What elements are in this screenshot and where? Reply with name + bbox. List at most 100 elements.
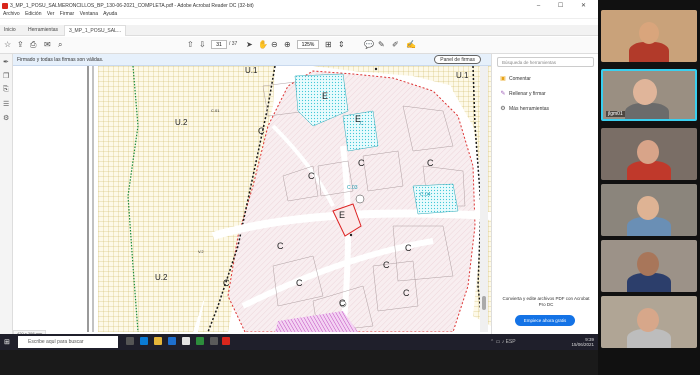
clock[interactable]: 9:39 15/06/2021: [571, 337, 594, 347]
tab-inicio[interactable]: Inicio: [4, 27, 16, 33]
select-arrow-icon[interactable]: ➤: [246, 40, 253, 50]
pages-icon[interactable]: ❐: [3, 72, 9, 80]
task-view-icon[interactable]: [126, 337, 134, 345]
tools-icon[interactable]: ⚙: [3, 114, 9, 122]
tool-label: Más herramientas: [509, 106, 550, 112]
map-label-zone: C: [405, 243, 412, 253]
map-label-zone: C: [223, 278, 230, 288]
taskbar-search-input[interactable]: Escribe aquí para buscar: [18, 336, 118, 348]
document-scrollbar[interactable]: [480, 66, 488, 332]
tool-label: Rellenar y firmar: [509, 91, 546, 97]
map-tag: C.04: [420, 192, 431, 198]
participant-video[interactable]: [601, 10, 697, 62]
document-view[interactable]: U.1 U.1 U.2 U.2 E E E C C C C C C C C C …: [13, 66, 491, 332]
window-controls[interactable]: – ☐ ✕: [537, 2, 594, 9]
sign-icon[interactable]: ✍: [406, 40, 416, 50]
page-down-icon[interactable]: ⇩: [199, 40, 206, 50]
pen-icon[interactable]: ✎: [378, 40, 385, 50]
word-icon[interactable]: [168, 337, 176, 345]
screen: 3_MP_1_POSU_SALMERONCILLOS_BP_130-06-202…: [0, 0, 598, 350]
try-free-button[interactable]: Empiece ahora gratis: [515, 315, 575, 326]
comment-icon[interactable]: 💬: [364, 40, 374, 50]
page-count: / 37: [229, 41, 238, 47]
attachment-icon[interactable]: ⎘: [3, 86, 9, 94]
edge-icon[interactable]: [140, 337, 148, 345]
taskbar: ⊞ Escribe aquí para buscar ⌃ ▭ ♪ ESP 9:3…: [0, 334, 598, 350]
menu-firmar[interactable]: Firmar: [60, 11, 74, 17]
menu-archivo[interactable]: Archivo: [3, 11, 20, 17]
acrobat-taskbar-icon[interactable]: [222, 337, 230, 345]
menu-ver[interactable]: Ver: [47, 11, 55, 17]
map-label-zone: C: [358, 158, 365, 168]
signature-panel-icon[interactable]: ✒: [3, 58, 9, 66]
tool-label: Comentar: [509, 76, 531, 82]
layers-icon[interactable]: ☰: [3, 100, 9, 108]
tool-rellenar-firmar[interactable]: ✎ Rellenar y firmar: [500, 90, 546, 97]
email-icon[interactable]: ✉: [44, 40, 51, 50]
participant-name: jlgm01: [606, 111, 625, 117]
more-tools-icon: ⚙: [500, 106, 506, 112]
tab-herramientas[interactable]: Herramientas: [28, 27, 58, 33]
signature-message: Firmado y todas las firmas son válidas.: [17, 57, 104, 63]
participant-video[interactable]: [601, 184, 697, 236]
clock-date: 15/06/2021: [571, 342, 594, 347]
system-tray-icons[interactable]: ⌃ ▭ ♪ ESP: [490, 339, 516, 345]
tool-mas-herramientas[interactable]: ⚙ Más herramientas: [500, 105, 549, 112]
map-label-zone: C: [427, 158, 434, 168]
map-label-zone: U.1: [456, 71, 469, 80]
print-icon[interactable]: ⎙: [30, 40, 36, 50]
toolbar: ☆ ⇪ ⎙ ✉ ⌕ ⇧ ⇩ 31 / 37 ➤ ✋ ⊖ ⊕ 125% ⊞ ⇕ 💬…: [0, 37, 598, 54]
participant-video[interactable]: [601, 296, 697, 348]
participant-face: [633, 79, 657, 105]
page-number-input[interactable]: 31: [211, 40, 227, 49]
map-tag: C.03: [347, 185, 358, 191]
map-label-zone: E: [322, 91, 329, 101]
acrobat-app-icon: [2, 3, 8, 9]
upload-icon[interactable]: ⇪: [17, 40, 24, 50]
map-label-zone: U.2: [155, 273, 168, 282]
tab-document[interactable]: 3_MP_1_POSU_SAL...: [64, 25, 126, 36]
participant-face: [637, 308, 659, 332]
scroll-mode-icon[interactable]: ⇕: [338, 40, 345, 50]
search-icon[interactable]: ⌕: [58, 40, 62, 50]
zoom-out-icon[interactable]: ⊖: [271, 40, 278, 50]
zoom-in-icon[interactable]: ⊕: [284, 40, 291, 50]
map-small-label: V.2: [198, 249, 204, 254]
star-icon[interactable]: ☆: [4, 40, 11, 50]
page-up-icon[interactable]: ⇧: [187, 40, 194, 50]
menu-edicion[interactable]: Edición: [25, 11, 41, 17]
tool-comentar[interactable]: ▣ Comentar: [500, 75, 531, 82]
participant-face: [637, 252, 659, 276]
window-title: 3_MP_1_POSU_SALMERONCILLOS_BP_130-06-202…: [10, 3, 254, 9]
menu-ventana[interactable]: Ventana: [80, 11, 98, 17]
map-label-zone: C: [308, 171, 315, 181]
map-label-zone: C: [383, 260, 390, 270]
app-icon[interactable]: [210, 337, 218, 345]
map-label-zone: C: [403, 288, 410, 298]
comment-icon: ▣: [500, 76, 506, 82]
video-call-panel: jlgm01: [598, 0, 700, 375]
hand-icon[interactable]: ✋: [258, 40, 268, 50]
folder-icon[interactable]: [154, 337, 162, 345]
participant-video-active[interactable]: jlgm01: [601, 69, 697, 121]
title-bar: 3_MP_1_POSU_SALMERONCILLOS_BP_130-06-202…: [0, 0, 598, 19]
fit-page-icon[interactable]: ⊞: [325, 40, 332, 50]
scrollbar-thumb[interactable]: [482, 296, 486, 310]
map-label-zone: C: [258, 126, 265, 136]
participant-face: [639, 22, 659, 44]
promo-text: Convierta y edite archivos PDF con Acrob…: [502, 296, 590, 307]
highlight-icon[interactable]: ✐: [392, 40, 399, 50]
signature-panel-button[interactable]: Panel de firmas: [434, 55, 481, 64]
left-rail: ✒ ❐ ⎘ ☰ ⚙: [0, 54, 13, 334]
fill-sign-icon: ✎: [500, 91, 506, 97]
signature-bar: Firmado y todas las firmas son válidas. …: [13, 54, 491, 66]
excel-icon[interactable]: [196, 337, 204, 345]
menu-ayuda[interactable]: Ayuda: [103, 11, 117, 17]
zoom-select[interactable]: 125%: [297, 40, 319, 49]
chrome-icon[interactable]: [182, 337, 190, 345]
participant-video[interactable]: [601, 240, 697, 292]
tools-search-input[interactable]: Búsqueda de herramientas: [497, 57, 594, 67]
urban-plan-map: [13, 66, 491, 332]
participant-video[interactable]: [601, 128, 697, 180]
windows-start-icon[interactable]: ⊞: [4, 338, 10, 346]
